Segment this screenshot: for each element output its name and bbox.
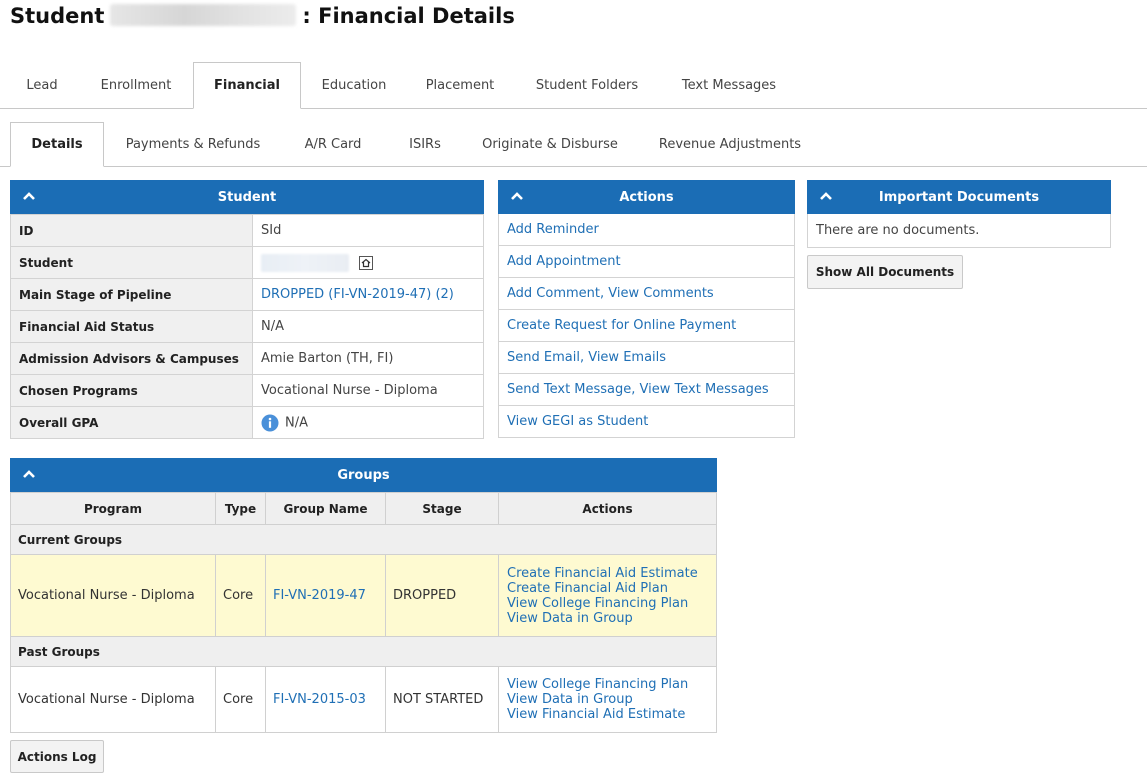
past-stage: NOT STARTED: [385, 666, 499, 733]
documents-panel-title: Important Documents: [878, 189, 1040, 205]
student-panel: Student ID SId Student Main Stage of Pip…: [10, 180, 484, 439]
value-id: SId: [252, 214, 484, 247]
send-email-link[interactable]: Send Email, View Emails: [507, 350, 666, 365]
past-groups-label: Past Groups: [10, 636, 717, 667]
create-financial-aid-estimate-link[interactable]: Create Financial Aid Estimate: [507, 566, 698, 581]
groups-header-row: Program Type Group Name Stage Actions: [10, 492, 717, 525]
subtab-originate-disburse[interactable]: Originate & Disburse: [468, 122, 632, 166]
label-admission-advisors: Admission Advisors & Campuses: [10, 342, 253, 375]
label-student: Student: [10, 246, 253, 279]
col-actions: Actions: [498, 492, 717, 525]
student-info-table: ID SId Student Main Stage of Pipeline DR…: [10, 214, 484, 439]
past-view-college-financing-plan-link[interactable]: View College Financing Plan: [507, 677, 688, 692]
add-comment-link[interactable]: Add Comment, View Comments: [507, 286, 714, 301]
label-overall-gpa: Overall GPA: [10, 406, 253, 439]
actions-panel-title: Actions: [619, 189, 674, 205]
subtab-payments-refunds[interactable]: Payments & Refunds: [110, 122, 276, 166]
groups-panel-header: Groups: [10, 458, 717, 492]
current-stage: DROPPED: [385, 554, 499, 637]
current-group-name-link[interactable]: FI-VN-2019-47: [273, 588, 366, 603]
col-program: Program: [10, 492, 216, 525]
label-financial-aid-status: Financial Aid Status: [10, 310, 253, 343]
past-view-data-in-group-link[interactable]: View Data in Group: [507, 692, 633, 707]
row-overall-gpa: Overall GPA N/A: [10, 406, 484, 439]
page-title: Student : Financial Details: [10, 4, 515, 28]
row-student: Student: [10, 246, 484, 279]
col-stage: Stage: [385, 492, 499, 525]
chevron-up-icon[interactable]: [819, 189, 833, 203]
documents-panel: Important Documents There are no documen…: [807, 180, 1111, 248]
sub-tab-bar: Details Payments & Refunds A/R Card ISIR…: [0, 122, 1147, 167]
view-gegi-link[interactable]: View GEGI as Student: [507, 414, 648, 429]
add-reminder-link[interactable]: Add Reminder: [507, 222, 599, 237]
tab-placement[interactable]: Placement: [410, 62, 510, 108]
row-id: ID SId: [10, 214, 484, 247]
label-chosen-programs: Chosen Programs: [10, 374, 253, 407]
subtab-isirs[interactable]: ISIRs: [390, 122, 460, 166]
label-main-stage: Main Stage of Pipeline: [10, 278, 253, 311]
create-online-payment-link[interactable]: Create Request for Online Payment: [507, 318, 736, 333]
value-admission-advisors: Amie Barton (TH, FI): [252, 342, 484, 375]
current-program: Vocational Nurse - Diploma: [10, 554, 216, 637]
home-icon[interactable]: [359, 255, 374, 270]
main-tab-bar: Lead Enrollment Financial Education Plac…: [0, 62, 1147, 109]
actions-panel: Actions Add Reminder Add Appointment Add…: [498, 180, 795, 438]
actions-list: Add Reminder Add Appointment Add Comment…: [498, 214, 795, 438]
show-all-documents-button[interactable]: Show All Documents: [807, 255, 963, 289]
chevron-up-icon[interactable]: [22, 189, 36, 203]
chevron-up-icon[interactable]: [22, 467, 36, 481]
value-chosen-programs: Vocational Nurse - Diploma: [252, 374, 484, 407]
past-view-financial-aid-estimate-link[interactable]: View Financial Aid Estimate: [507, 707, 685, 722]
row-financial-aid-status: Financial Aid Status N/A: [10, 310, 484, 343]
redacted-student-name: [110, 4, 297, 26]
col-type: Type: [215, 492, 266, 525]
tab-financial[interactable]: Financial: [193, 62, 301, 109]
view-college-financing-plan-link[interactable]: View College Financing Plan: [507, 596, 688, 611]
student-panel-header: Student: [10, 180, 484, 214]
col-group-name: Group Name: [265, 492, 386, 525]
info-icon[interactable]: [261, 414, 279, 432]
main-stage-link[interactable]: DROPPED (FI-VN-2019-47) (2): [261, 287, 454, 302]
past-program: Vocational Nurse - Diploma: [10, 666, 216, 733]
groups-panel-title: Groups: [337, 467, 390, 483]
view-data-in-group-link[interactable]: View Data in Group: [507, 611, 633, 626]
table-row: Vocational Nurse - Diploma Core FI-VN-20…: [10, 554, 717, 637]
subtab-ar-card[interactable]: A/R Card: [284, 122, 382, 166]
tab-lead[interactable]: Lead: [8, 62, 76, 108]
subtab-revenue-adjustments[interactable]: Revenue Adjustments: [640, 122, 820, 166]
tab-text-messages[interactable]: Text Messages: [664, 62, 794, 108]
value-overall-gpa: N/A: [285, 415, 308, 430]
subtab-details[interactable]: Details: [10, 122, 104, 167]
current-groups-label: Current Groups: [10, 524, 717, 555]
page-title-prefix: Student: [10, 4, 105, 28]
tab-enrollment[interactable]: Enrollment: [85, 62, 187, 108]
add-appointment-link[interactable]: Add Appointment: [507, 254, 621, 269]
no-documents-text: There are no documents.: [807, 214, 1111, 248]
redacted-student-value: [261, 253, 349, 272]
tab-student-folders[interactable]: Student Folders: [516, 62, 658, 108]
value-student: [252, 246, 484, 279]
row-chosen-programs: Chosen Programs Vocational Nurse - Diplo…: [10, 374, 484, 407]
table-row: Vocational Nurse - Diploma Core FI-VN-20…: [10, 666, 717, 733]
documents-panel-header: Important Documents: [807, 180, 1111, 214]
page-title-suffix: : Financial Details: [302, 4, 515, 28]
row-main-stage: Main Stage of Pipeline DROPPED (FI-VN-20…: [10, 278, 484, 311]
groups-panel: Groups Program Type Group Name Stage Act…: [10, 458, 717, 733]
past-group-name-link[interactable]: FI-VN-2015-03: [273, 692, 366, 707]
value-financial-aid-status: N/A: [252, 310, 484, 343]
actions-panel-header: Actions: [498, 180, 795, 214]
current-type: Core: [215, 554, 266, 637]
groups-table: Program Type Group Name Stage Actions Cu…: [10, 492, 717, 733]
chevron-up-icon[interactable]: [510, 189, 524, 203]
label-id: ID: [10, 214, 253, 247]
send-text-message-link[interactable]: Send Text Message, View Text Messages: [507, 382, 769, 397]
tab-education[interactable]: Education: [306, 62, 402, 108]
student-panel-title: Student: [217, 189, 277, 205]
actions-log-button[interactable]: Actions Log: [10, 740, 104, 773]
row-admission-advisors: Admission Advisors & Campuses Amie Barto…: [10, 342, 484, 375]
past-type: Core: [215, 666, 266, 733]
create-financial-aid-plan-link[interactable]: Create Financial Aid Plan: [507, 581, 668, 596]
